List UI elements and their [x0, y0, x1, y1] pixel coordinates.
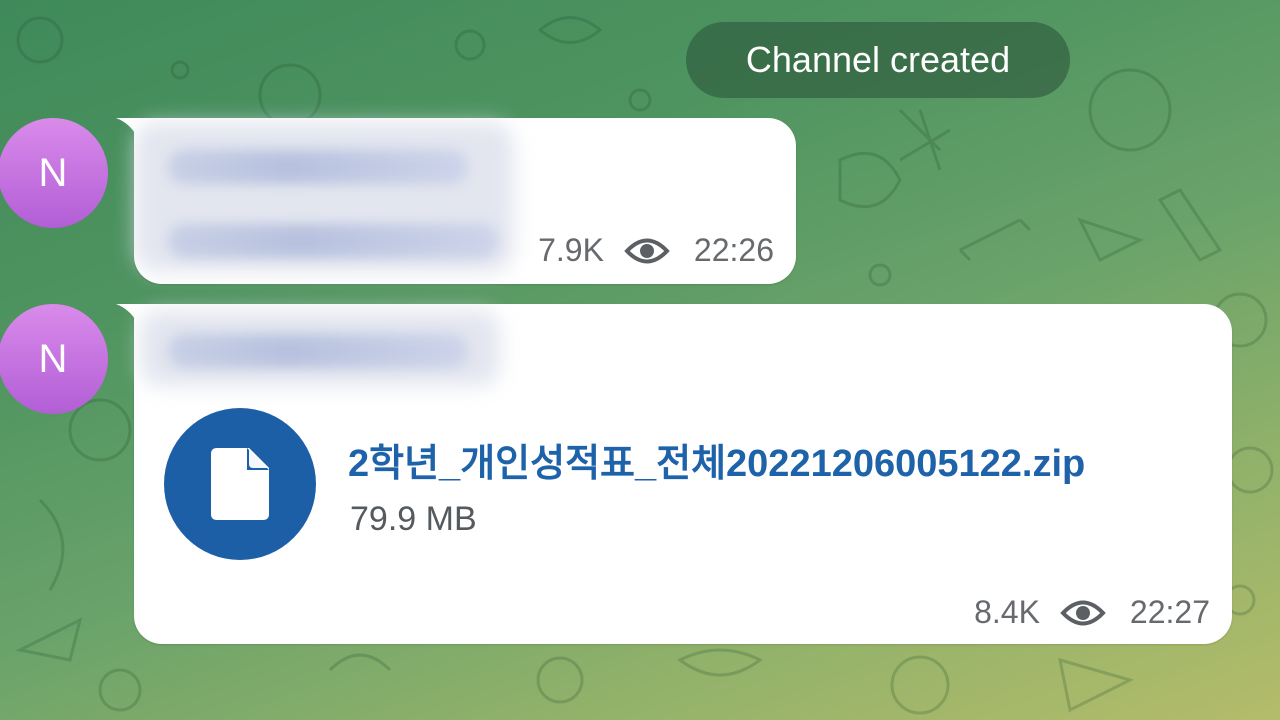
eye-icon: [624, 238, 670, 263]
file-download-button[interactable]: [164, 408, 316, 560]
avatar-letter: N: [38, 150, 68, 195]
view-count: 7.9K: [538, 232, 604, 268]
service-message-channel-created: Channel created: [686, 22, 1070, 98]
bubble-tail: [116, 304, 140, 328]
view-count: 8.4K: [974, 594, 1040, 630]
redacted-sender-name: [168, 150, 468, 184]
redacted-message-text: [168, 224, 498, 258]
avatar[interactable]: N: [0, 118, 108, 228]
file-size: 79.9 MB: [350, 500, 477, 538]
message-meta: 8.4K 22:27: [974, 594, 1210, 631]
chat-background: Channel created N 7.9K 22:26 N 2학년_개인성적표…: [0, 0, 1280, 720]
message-time: 22:27: [1129, 594, 1210, 630]
message-bubble[interactable]: 7.9K 22:26: [116, 118, 796, 284]
message-bubble[interactable]: 2학년_개인성적표_전체20221206005122.zip 79.9 MB 8…: [116, 304, 1232, 644]
avatar-letter: N: [38, 336, 68, 381]
message-meta: 7.9K 22:26: [538, 232, 774, 269]
eye-icon: [1060, 600, 1106, 625]
avatar[interactable]: N: [0, 304, 108, 414]
message-time: 22:26: [693, 232, 774, 268]
redacted-sender-name: [168, 334, 468, 368]
file-icon: [211, 448, 269, 520]
file-name-link[interactable]: 2학년_개인성적표_전체20221206005122.zip: [348, 432, 1085, 487]
